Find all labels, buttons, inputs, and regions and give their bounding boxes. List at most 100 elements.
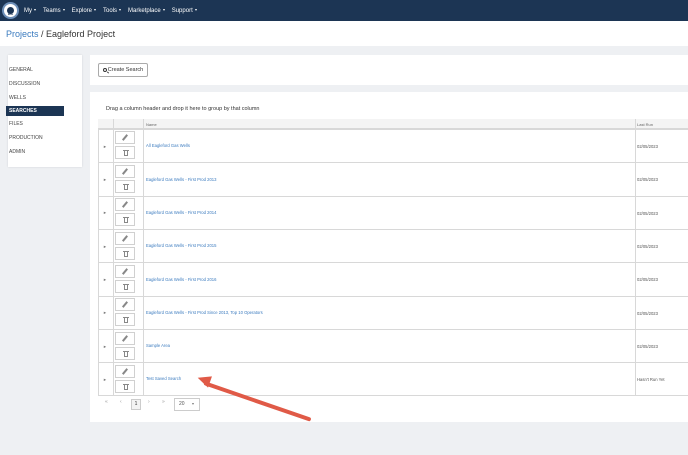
trash-icon	[124, 385, 128, 390]
search-name-link[interactable]: Eagleford Gas Wells - First Prod 2015	[146, 243, 216, 248]
edit-button[interactable]	[115, 198, 135, 211]
search-name-link[interactable]: Eagleford Gas Wells - First Prod Since 2…	[146, 310, 263, 315]
nav-label: Explore	[71, 7, 93, 14]
logo-text: BIG	[7, 12, 14, 16]
searches-grid	[98, 119, 688, 396]
row-divider	[98, 329, 688, 330]
search-name-link[interactable]: Sample Area	[146, 343, 170, 348]
sidebar-item-wells[interactable]: WELLS	[6, 93, 64, 103]
search-name-link[interactable]: Test Saved Search	[146, 376, 181, 381]
delete-button[interactable]	[115, 313, 135, 326]
delete-button[interactable]	[115, 347, 135, 360]
delete-button[interactable]	[115, 213, 135, 226]
last-run-value: 02/05/2023	[637, 277, 658, 282]
nav-label: Marketplace	[128, 7, 161, 14]
grid-column-divider	[113, 119, 114, 396]
caret-down-icon	[94, 8, 97, 11]
pager-first-button[interactable]: «	[105, 399, 108, 410]
pager-prev-button[interactable]: ‹	[120, 399, 122, 410]
search-name-link[interactable]: Eagleford Gas Wells - First Prod 2016	[146, 277, 216, 282]
column-header-name[interactable]: Name	[146, 122, 157, 127]
page-size-value: 20	[179, 401, 185, 407]
breadcrumb: Projects / Eagleford Project	[6, 29, 115, 39]
expand-arrow-icon[interactable]: ►	[103, 210, 107, 215]
pencil-icon	[121, 201, 129, 208]
sidebar-item-general[interactable]: GENERAL	[6, 65, 64, 75]
app-logo[interactable]: BIG	[2, 2, 19, 19]
pager-current-page[interactable]: 1	[131, 399, 141, 410]
edit-button[interactable]	[115, 131, 135, 144]
sidebar-item-admin[interactable]: ADMIN	[6, 147, 64, 157]
edit-button[interactable]	[115, 365, 135, 378]
expand-arrow-icon[interactable]: ►	[103, 310, 107, 315]
nav-item-explore[interactable]: Explore	[71, 7, 97, 14]
sidebar-item-production[interactable]: PRODUCTION	[6, 133, 64, 143]
row-divider	[98, 395, 688, 396]
caret-down-icon	[34, 8, 36, 11]
row-divider	[98, 196, 688, 197]
delete-button[interactable]	[115, 247, 135, 260]
row-divider	[98, 296, 688, 297]
nav-label: My	[24, 7, 32, 14]
pager-last-button[interactable]: »	[162, 399, 165, 410]
last-run-value: Hasn't Run Yet	[637, 377, 665, 382]
nav-label: Support	[171, 7, 193, 14]
delete-button[interactable]	[115, 380, 135, 393]
expand-arrow-icon[interactable]: ►	[103, 144, 107, 149]
row-divider	[98, 129, 688, 130]
nav-label: Teams	[43, 7, 61, 14]
sidebar-item-searches[interactable]: SEARCHES	[6, 106, 64, 116]
chevron-down-icon	[191, 402, 194, 405]
nav-item-teams[interactable]: Teams	[43, 8, 65, 14]
breadcrumb-projects-link[interactable]: Projects	[6, 29, 39, 39]
nav-label: Tools	[103, 7, 118, 14]
delete-button[interactable]	[115, 280, 135, 293]
pencil-icon	[121, 235, 129, 242]
pencil-icon	[121, 168, 129, 175]
row-divider	[98, 362, 688, 363]
sidebar-item-discussion[interactable]: DISCUSSION	[6, 79, 64, 89]
column-header-last-run[interactable]: Last Run	[637, 122, 653, 127]
expand-arrow-icon[interactable]: ►	[103, 244, 107, 249]
edit-button[interactable]	[115, 298, 135, 311]
grid-column-divider	[635, 119, 636, 396]
delete-button[interactable]	[115, 146, 135, 159]
caret-down-icon	[62, 8, 65, 11]
nav-item-marketplace[interactable]: Marketplace	[128, 8, 165, 14]
pencil-icon	[121, 368, 129, 375]
nav-item-my[interactable]: My	[24, 8, 36, 14]
edit-button[interactable]	[115, 232, 135, 245]
pencil-icon	[121, 301, 129, 308]
delete-button[interactable]	[115, 180, 135, 193]
edit-button[interactable]	[115, 332, 135, 345]
toolbar-panel	[90, 55, 688, 85]
last-run-value: 02/05/2023	[637, 211, 658, 216]
caret-down-icon	[194, 8, 197, 11]
search-name-link[interactable]: Eagleford Gas Wells - First Prod 2014	[146, 210, 216, 215]
trash-icon	[124, 218, 128, 223]
nav-menu: My Teams Explore Tools Marketplace Suppo…	[24, 0, 204, 21]
expand-arrow-icon[interactable]: ►	[103, 377, 107, 382]
edit-button[interactable]	[115, 265, 135, 278]
search-name-link[interactable]: All Eagleford Gas Wells	[146, 143, 190, 148]
edit-button[interactable]	[115, 165, 135, 178]
search-name-link[interactable]: Eagleford Gas Wells - First Prod 2013	[146, 177, 216, 182]
pencil-icon	[121, 268, 129, 275]
nav-item-support[interactable]: Support	[172, 8, 197, 14]
pager-next-button[interactable]: ›	[148, 399, 150, 410]
nav-item-tools[interactable]: Tools	[103, 7, 122, 14]
row-divider	[98, 262, 688, 263]
page-size-select[interactable]: 20	[174, 398, 200, 411]
trash-icon	[124, 151, 128, 156]
trash-icon	[124, 185, 128, 190]
last-run-value: 02/05/2023	[637, 244, 658, 249]
expand-arrow-icon[interactable]: ►	[103, 344, 107, 349]
expand-arrow-icon[interactable]: ►	[103, 277, 107, 282]
expand-arrow-icon[interactable]: ►	[103, 177, 107, 182]
sidebar-item-files[interactable]: FILES	[6, 119, 64, 129]
caret-down-icon	[162, 8, 165, 11]
create-search-button[interactable]: Create Search	[98, 63, 148, 77]
grid-column-divider	[143, 119, 144, 396]
trash-icon	[124, 352, 128, 357]
last-run-value: 02/05/2023	[637, 311, 658, 316]
